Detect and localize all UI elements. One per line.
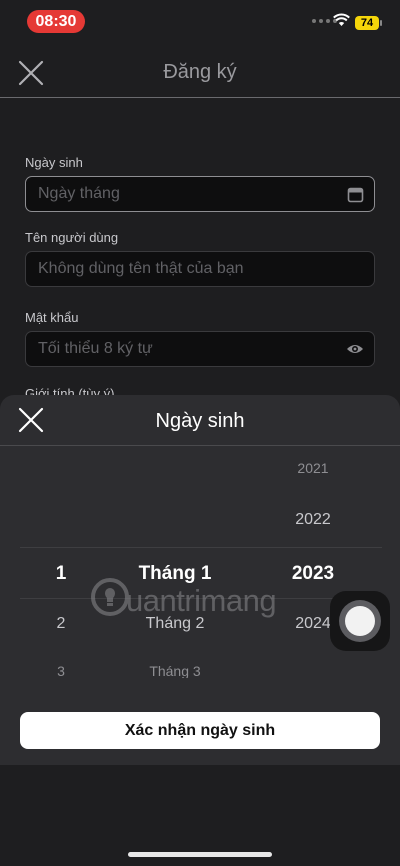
year-option[interactable]: 2024 [295,615,331,633]
status-time: 08:30 [27,10,85,33]
sheet-title: Ngày sinh [155,410,245,432]
month-option[interactable]: Tháng 1 [139,563,212,585]
wifi-icon [333,13,350,26]
selection-line-top [20,547,382,548]
password-placeholder: Tối thiểu 8 ký tự [38,340,153,357]
status-bar: 08:30 74 [0,0,400,44]
username-label: Tên người dùng [25,230,119,245]
day-option[interactable]: 2 [57,615,66,633]
watermark-text: uantrimang [126,583,277,618]
page-header: Đăng ký [0,48,400,98]
day-option[interactable]: 3 [57,663,65,678]
battery-indicator: 74 [355,16,382,30]
sheet-divider [0,445,400,446]
birthday-field[interactable]: Ngày tháng [25,176,375,212]
assistive-touch-core [345,606,375,636]
username-field[interactable]: Không dùng tên thật của bạn [25,251,375,287]
birthday-placeholder: Ngày tháng [38,185,120,202]
password-label: Mật khẩu [25,310,79,325]
assistive-touch-button[interactable] [330,591,390,651]
calendar-icon[interactable] [347,186,364,203]
username-placeholder: Không dùng tên thật của bạn [38,260,244,277]
birthday-picker-sheet: Ngày sinh 1 2 3 Tháng 1 Tháng 2 Tháng 3 … [0,395,400,765]
page-title: Đăng ký [163,61,237,83]
password-field[interactable]: Tối thiểu 8 ký tự [25,331,375,367]
birthday-label: Ngày sinh [25,155,83,170]
home-indicator[interactable] [128,852,272,857]
year-option[interactable]: 2021 [297,460,328,476]
watermark: uantrimang [90,577,277,622]
month-option[interactable]: Tháng 3 [149,663,200,678]
day-option[interactable]: 1 [56,563,67,585]
gender-label: Giới tính (tùy ý) [25,386,115,395]
year-option[interactable]: 2022 [295,511,331,529]
year-option[interactable]: 2023 [292,563,334,585]
lightbulb-icon [91,578,129,616]
header-divider [0,97,400,98]
eye-icon[interactable] [346,341,364,357]
confirm-birthday-button[interactable]: Xác nhận ngày sinh [20,712,380,749]
